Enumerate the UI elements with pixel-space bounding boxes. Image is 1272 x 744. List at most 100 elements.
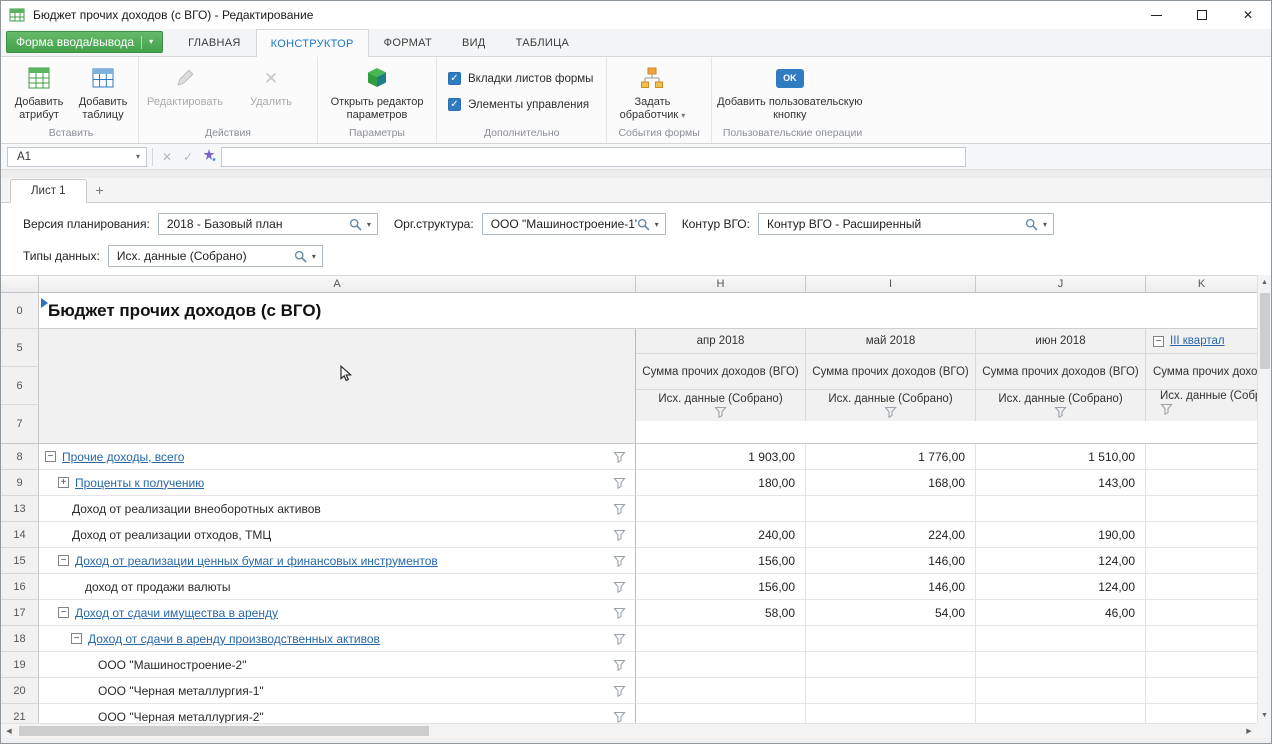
row-header-0[interactable]: 0 [1,293,39,329]
value-cell[interactable]: 46,00 [976,600,1146,626]
io-form-menu-button[interactable]: Форма ввода/вывода ▾ [6,31,163,53]
filter-icon[interactable] [613,451,626,463]
label-cell[interactable]: доход от продажи валюты [39,574,636,600]
filter-icon[interactable] [613,685,626,697]
row-header-18[interactable]: 18 [1,626,39,652]
label-cell[interactable]: Доход от реализации отходов, ТМЦ [39,522,636,548]
horizontal-scroll-thumb[interactable] [19,726,429,736]
row-header-16[interactable]: 16 [1,574,39,600]
row-header-21[interactable]: 21 [1,704,39,723]
ribbon-tab-1[interactable]: КОНСТРУКТОР [256,29,369,57]
ribbon-tab-2[interactable]: ФОРМАТ [369,29,447,56]
collapse-icon[interactable]: − [45,451,56,462]
value-cell[interactable]: 1 510,00 [976,444,1146,470]
row-header-8[interactable]: 8 [1,444,39,470]
add-custom-button[interactable]: OK Добавить пользовательскую кнопку [715,60,865,122]
search-icon[interactable] [1025,218,1038,231]
value-cell[interactable]: 1 903,00 [636,444,806,470]
value-cell[interactable] [636,496,806,522]
chevron-down-icon[interactable]: ▾ [307,252,322,261]
checkbox-controls[interactable]: ✓ Элементы управления [448,98,593,111]
value-cell[interactable] [976,652,1146,678]
checkbox-sheet-tabs[interactable]: ✓ Вкладки листов формы [448,72,593,85]
minimize-button[interactable] [1133,1,1179,29]
row-header-7[interactable]: 7 [1,405,39,443]
filter-icon[interactable] [613,581,626,593]
quarter-header-cell[interactable]: −III квартал [1146,329,1257,354]
chevron-down-icon[interactable]: ▾ [1038,220,1053,229]
row-header-6[interactable]: 6 [1,367,39,405]
row-header-17[interactable]: 17 [1,600,39,626]
value-cell[interactable] [806,496,976,522]
column-header-i[interactable]: I [806,275,976,293]
value-cell[interactable] [1146,652,1257,678]
org-structure-combo[interactable]: ООО "Машиностроение-1" ▾ [482,213,666,235]
label-cell[interactable]: −Доход от реализации ценных бумаг и фина… [39,548,636,574]
add-attribute-button[interactable]: Добавить атрибут [7,60,71,122]
value-cell[interactable] [1146,548,1257,574]
row-header-13[interactable]: 13 [1,496,39,522]
value-cell[interactable] [976,704,1146,723]
label-cell[interactable]: ООО "Черная металлургия-1" [39,678,636,704]
search-icon[interactable] [349,218,362,231]
scroll-left-arrow[interactable]: ◀ [1,727,17,735]
row-header-20[interactable]: 20 [1,678,39,704]
form-title-cell[interactable]: Бюджет прочих доходов (с ВГО) [39,293,1257,329]
value-cell[interactable] [636,704,806,723]
value-cell[interactable] [976,496,1146,522]
header-corner-cell[interactable] [39,329,636,443]
ribbon-tab-4[interactable]: ТАБЛИЦА [501,29,585,56]
filter-icon[interactable] [1160,403,1173,415]
filter-icon[interactable] [613,659,626,671]
value-cell[interactable]: 168,00 [806,470,976,496]
value-cell[interactable] [806,678,976,704]
filter-icon[interactable] [613,477,626,489]
value-cell[interactable] [1146,600,1257,626]
row-header-5[interactable]: 5 [1,329,39,367]
add-sheet-button[interactable]: + [87,178,113,202]
value-cell[interactable] [1146,522,1257,548]
value-cell[interactable] [1146,444,1257,470]
value-cell[interactable]: 224,00 [806,522,976,548]
value-cell[interactable]: 180,00 [636,470,806,496]
label-cell[interactable]: ООО "Черная металлургия-2" [39,704,636,723]
filter-icon[interactable] [613,529,626,541]
value-cell[interactable] [1146,496,1257,522]
scroll-up-arrow[interactable]: ▲ [1258,275,1271,290]
value-cell[interactable] [636,652,806,678]
label-cell[interactable]: −Прочие доходы, всего [39,444,636,470]
chevron-down-icon[interactable]: ▾ [650,220,665,229]
label-cell[interactable]: ООО "Машиностроение-2" [39,652,636,678]
value-cell[interactable] [976,678,1146,704]
set-handler-button[interactable]: Задать обработчик ▾ [610,60,694,122]
value-cell[interactable] [1146,626,1257,652]
value-cell[interactable]: 124,00 [976,548,1146,574]
row-header-15[interactable]: 15 [1,548,39,574]
collapse-icon[interactable]: − [71,633,82,644]
value-cell[interactable] [636,626,806,652]
column-header-h[interactable]: H [636,275,806,293]
close-button[interactable]: ✕ [1225,1,1271,29]
maximize-button[interactable] [1179,1,1225,29]
expand-icon[interactable]: + [58,477,69,488]
value-cell[interactable] [1146,574,1257,600]
label-cell[interactable]: −Доход от сдачи имущества в аренду [39,600,636,626]
insert-function-icon[interactable] [200,148,218,165]
value-cell[interactable]: 124,00 [976,574,1146,600]
search-icon[interactable] [637,218,650,231]
value-cell[interactable]: 58,00 [636,600,806,626]
value-cell[interactable] [1146,704,1257,723]
value-cell[interactable] [636,678,806,704]
column-header-k[interactable]: K [1146,275,1257,293]
value-cell[interactable]: 54,00 [806,600,976,626]
label-cell[interactable]: +Проценты к получению [39,470,636,496]
scroll-down-arrow[interactable]: ▼ [1258,708,1271,723]
value-cell[interactable] [1146,470,1257,496]
data-types-combo[interactable]: Исх. данные (Собрано) ▾ [108,245,323,267]
sheet-tab-sheet1[interactable]: Лист 1 [10,179,87,203]
row-header-19[interactable]: 19 [1,652,39,678]
column-header-j[interactable]: J [976,275,1146,293]
value-cell[interactable]: 156,00 [636,574,806,600]
row-label[interactable]: Прочие доходы, всего [62,450,184,464]
vertical-scroll-thumb[interactable] [1260,293,1270,369]
